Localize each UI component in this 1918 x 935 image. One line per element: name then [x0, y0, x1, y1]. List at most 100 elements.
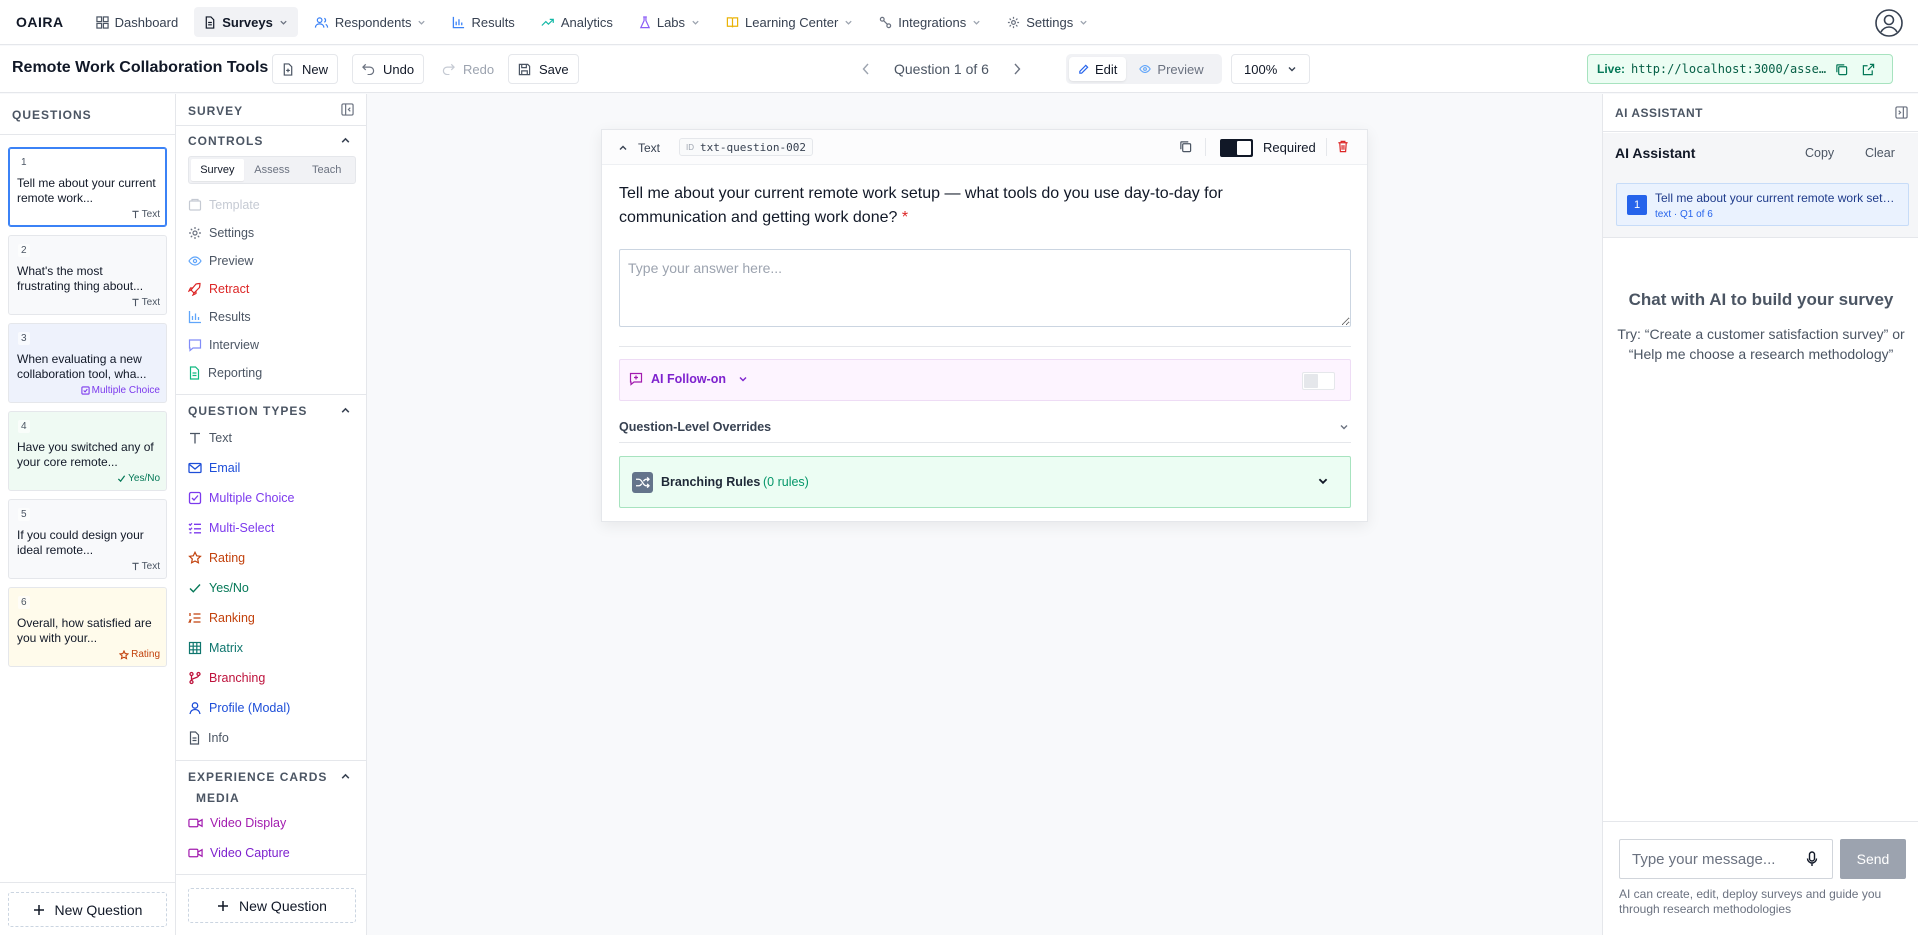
question-card-2[interactable]: 2 What's the most frustrating thing abou…: [8, 235, 167, 315]
id-label: ID: [686, 142, 694, 152]
control-interview[interactable]: Interview: [188, 338, 259, 352]
survey-panel-title: SURVEY: [188, 104, 244, 118]
qtype-ranking[interactable]: Ranking: [188, 611, 255, 625]
qtype-profile-modal[interactable]: Profile (Modal): [188, 701, 290, 715]
question-card-5[interactable]: 5 If you could design your ideal remote.…: [8, 499, 167, 579]
control-label: Settings: [209, 226, 255, 240]
question-card-text: Tell me about your current remote work..…: [17, 176, 156, 205]
qtype-matrix[interactable]: Matrix: [188, 641, 243, 655]
new-question-button[interactable]: New Question: [188, 888, 356, 923]
check-icon: [188, 581, 202, 595]
question-type-toggle[interactable]: Text: [618, 141, 660, 155]
nav-dashboard[interactable]: Dashboard: [86, 7, 189, 37]
card-video-display[interactable]: Video Display: [188, 816, 286, 830]
nav-surveys[interactable]: Surveys: [194, 7, 298, 37]
app-logo[interactable]: OAIRA: [16, 14, 64, 30]
nav-labs-label: Labs: [656, 14, 686, 30]
control-reporting[interactable]: Reporting: [188, 366, 262, 380]
undo-button[interactable]: Undo: [352, 54, 425, 84]
preview-mode-button[interactable]: Preview: [1130, 57, 1212, 81]
external-link-icon[interactable]: [1862, 63, 1875, 76]
chevron-up-icon[interactable]: [340, 405, 351, 416]
flask-icon: [639, 15, 651, 29]
answer-textarea[interactable]: [619, 249, 1351, 327]
branching-rules-expander[interactable]: Branching Rules (0 rules): [619, 456, 1351, 508]
collapse-panel-icon[interactable]: [341, 103, 354, 116]
tab-assess[interactable]: Assess: [246, 159, 299, 181]
plug-icon: [879, 16, 892, 29]
survey-title[interactable]: Remote Work Collaboration Tools: [12, 59, 268, 77]
nav-integrations[interactable]: Integrations: [869, 7, 991, 37]
question-card-3[interactable]: 3 When evaluating a new collaboration to…: [8, 323, 167, 403]
chevron-down-icon: [417, 18, 426, 27]
text-icon: [188, 431, 202, 445]
control-preview[interactable]: Preview: [188, 254, 253, 268]
qtype-multiple-choice[interactable]: Multiple Choice: [188, 491, 294, 505]
nav-results[interactable]: Results: [442, 7, 524, 37]
controls-mode-tabs: Survey Assess Teach: [188, 156, 356, 184]
user-icon: [188, 701, 202, 715]
question-overrides-expander[interactable]: Question-Level Overrides: [619, 413, 1351, 443]
qtype-multi-select[interactable]: Multi-Select: [188, 521, 274, 535]
qtype-rating[interactable]: Rating: [188, 551, 245, 565]
tab-teach[interactable]: Teach: [300, 159, 353, 181]
question-card-6[interactable]: 6 Overall, how satisfied are you with yo…: [8, 587, 167, 667]
zoom-select[interactable]: 100%: [1231, 54, 1310, 84]
new-question-button[interactable]: New Question: [8, 892, 167, 927]
question-number: 6: [18, 596, 30, 609]
ai-message-input[interactable]: [1620, 840, 1795, 878]
duplicate-icon[interactable]: [1179, 140, 1192, 153]
nav-analytics[interactable]: Analytics: [531, 7, 623, 37]
edit-mode-button[interactable]: Edit: [1069, 57, 1127, 81]
live-url[interactable]: http://localhost:3000/assessment/remote-…: [1631, 62, 1829, 76]
question-card-4[interactable]: 4 Have you switched any of your core rem…: [8, 411, 167, 491]
prev-question-arrow-icon[interactable]: [862, 63, 870, 75]
question-type-label: Rating: [131, 649, 160, 660]
question-id-badge[interactable]: ID txt-question-002: [679, 138, 813, 156]
next-question-arrow-icon[interactable]: [1013, 63, 1021, 75]
ai-followon-toggle[interactable]: [1302, 372, 1335, 390]
nav-settings[interactable]: Settings: [997, 7, 1098, 37]
qtype-email[interactable]: Email: [188, 461, 240, 475]
nav-learning-center[interactable]: Learning Center: [716, 7, 863, 37]
qtype-yes-no[interactable]: Yes/No: [188, 581, 249, 595]
control-settings[interactable]: Settings: [188, 226, 254, 240]
qtype-info[interactable]: Info: [188, 731, 229, 745]
new-button[interactable]: New: [272, 54, 339, 84]
collapse-panel-icon[interactable]: [1895, 106, 1908, 119]
required-toggle[interactable]: [1220, 139, 1253, 157]
control-retract[interactable]: Retract: [188, 282, 249, 296]
copy-icon[interactable]: [1835, 63, 1848, 76]
ai-copy-button[interactable]: Copy: [1805, 146, 1834, 160]
ai-question-context-chip[interactable]: 1 Tell me about your current remote work…: [1616, 183, 1909, 226]
redo-button[interactable]: Redo: [432, 54, 505, 84]
user-avatar[interactable]: [1874, 8, 1904, 38]
chevron-up-icon[interactable]: [340, 771, 351, 782]
qtype-branching[interactable]: Branching: [188, 671, 265, 685]
question-types-section-title: QUESTION TYPES: [188, 404, 308, 418]
question-text[interactable]: Tell me about your current remote work s…: [619, 182, 1279, 230]
microphone-icon[interactable]: [1806, 851, 1818, 867]
tab-survey[interactable]: Survey: [191, 159, 244, 181]
control-results[interactable]: Results: [188, 310, 251, 324]
question-type-label: Yes/No: [128, 473, 160, 484]
question-type-label: Text: [638, 141, 661, 155]
trash-icon[interactable]: [1337, 140, 1349, 153]
card-label: Video Capture: [210, 846, 290, 860]
nav-labs[interactable]: Labs: [629, 7, 710, 37]
save-button[interactable]: Save: [508, 54, 579, 84]
qtype-text[interactable]: Text: [188, 431, 232, 445]
card-video-capture[interactable]: Video Capture: [188, 846, 290, 860]
control-template[interactable]: Template: [188, 198, 260, 212]
question-card-1[interactable]: 1 Tell me about your current remote work…: [8, 147, 167, 227]
checkbox-icon: [80, 386, 90, 395]
branching-label: Branching Rules: [661, 475, 761, 489]
eye-icon: [1139, 64, 1152, 74]
question-number: 3: [18, 332, 30, 345]
nav-respondents[interactable]: Respondents: [304, 7, 437, 37]
chevron-up-icon[interactable]: [340, 135, 351, 146]
question-card-text: If you could design your ideal remote...: [17, 528, 144, 557]
ai-clear-button[interactable]: Clear: [1865, 146, 1895, 160]
ai-send-button[interactable]: Send: [1840, 839, 1906, 879]
ai-followon-expander[interactable]: AI Follow-on: [629, 372, 748, 386]
